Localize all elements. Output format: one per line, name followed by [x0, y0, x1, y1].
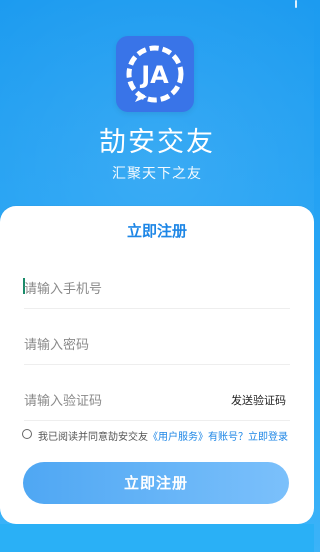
logo-text: JA: [139, 61, 169, 89]
app-screen: { "header": { "app_name": "劼安交友", "sloga…: [0, 0, 314, 552]
bottom-background: [0, 524, 314, 552]
phone-field[interactable]: 请输入手机号: [23, 264, 290, 309]
code-placeholder: 请输入验证码: [24, 394, 103, 409]
register-card: 立即注册 请输入手机号 请输入密码 请输入验证码 发送验证码 我已阅读并同意劼安…: [0, 206, 314, 524]
login-link[interactable]: 立即登录: [248, 432, 288, 443]
password-placeholder: 请输入密码: [24, 338, 90, 353]
app-logo: JA: [116, 36, 194, 112]
agreement-prefix: 我已阅读并同意劼安交友: [38, 432, 148, 443]
phone-placeholder: 请输入手机号: [24, 282, 103, 297]
app-name: 劼安交友: [99, 127, 215, 158]
have-account-text: 有账号？: [208, 432, 248, 443]
status-indicator: [295, 0, 297, 8]
agreement-radio[interactable]: [22, 429, 32, 439]
chat-ja-logo-icon: JA: [126, 45, 184, 103]
verification-code-field[interactable]: 请输入验证码 发送验证码: [24, 376, 290, 421]
app-slogan: 汇聚天下之友: [112, 166, 202, 182]
agreement-row: 我已阅读并同意劼安交友《用户服务》有账号？立即登录: [22, 428, 298, 444]
password-field[interactable]: 请输入密码: [24, 320, 290, 365]
agreement-text: 我已阅读并同意劼安交友《用户服务》有账号？立即登录: [38, 428, 288, 443]
register-title: 立即注册: [126, 222, 187, 240]
user-service-link[interactable]: 《用户服务》: [148, 432, 208, 443]
send-code-button[interactable]: 发送验证码: [231, 392, 286, 408]
register-button[interactable]: 立即注册: [23, 462, 289, 504]
